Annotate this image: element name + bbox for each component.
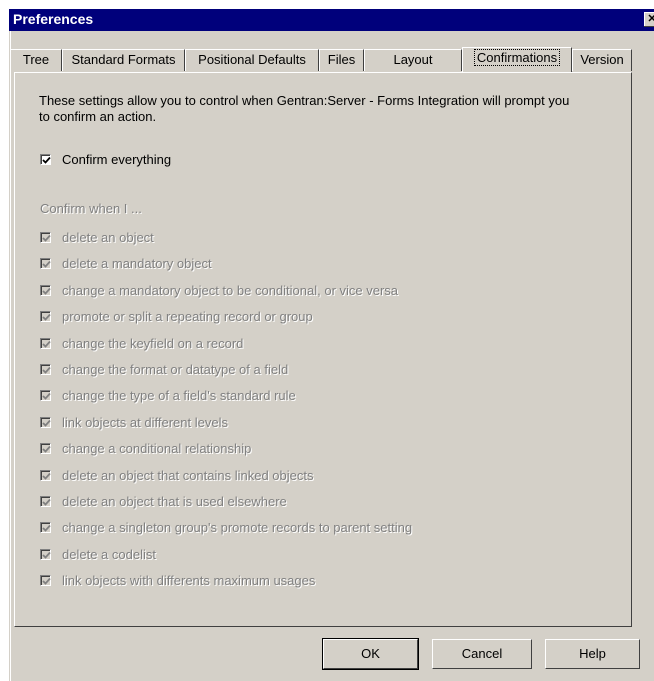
check-icon xyxy=(42,525,51,533)
confirm-option-label: delete a codelist xyxy=(62,546,156,562)
checkbox-box[interactable] xyxy=(40,416,51,428)
checkbox-box[interactable] xyxy=(40,284,51,296)
confirm-when-label: Confirm when I ... xyxy=(40,201,142,216)
tab-standard-formats[interactable]: Standard Formats xyxy=(62,49,185,71)
tab-label: Version xyxy=(580,52,624,67)
check-icon xyxy=(42,156,51,164)
confirm-option-label: delete a mandatory object xyxy=(62,256,212,272)
check-icon xyxy=(42,446,51,453)
tab-confirmations[interactable]: Confirmations xyxy=(462,47,572,72)
confirm-option-label: change a mandatory object to be conditio… xyxy=(62,282,399,298)
check-icon xyxy=(42,551,51,559)
confirm-option-label: delete an object that contains linked ob… xyxy=(62,467,314,483)
checkbox-box[interactable] xyxy=(40,311,51,323)
tab-label: Standard Formats xyxy=(71,52,176,67)
check-icon xyxy=(42,234,51,242)
window-title: Preferences xyxy=(13,11,94,27)
checkbox-box[interactable] xyxy=(40,548,51,560)
tab-positional-defaults[interactable]: Positional Defaults xyxy=(185,49,319,71)
checkbox-box[interactable] xyxy=(40,232,51,243)
confirm-option-label: link objects with differents maximum usa… xyxy=(62,573,316,589)
check-icon xyxy=(42,578,51,585)
checkbox-box[interactable] xyxy=(40,154,51,165)
tab-files[interactable]: Files xyxy=(319,49,364,71)
checkbox-box[interactable] xyxy=(40,337,51,349)
checkbox-box[interactable] xyxy=(40,575,51,587)
check-icon xyxy=(42,366,51,374)
check-icon xyxy=(42,287,51,295)
confirm-option-label: promote or split a repeating record or g… xyxy=(62,309,313,325)
confirm-option-label: change a singleton group's promote recor… xyxy=(62,520,413,536)
checkbox-box[interactable] xyxy=(40,443,51,455)
tab-label: Positional Defaults xyxy=(198,52,306,67)
confirm-option-label: change a conditional relationship xyxy=(62,441,252,457)
tab-layout[interactable]: Layout xyxy=(364,49,462,71)
tab-label: Tree xyxy=(22,52,50,67)
tab-label: Files xyxy=(327,52,356,67)
confirm-option-label: delete an object that is used elsewhere xyxy=(62,494,287,509)
check-icon xyxy=(42,498,51,506)
check-icon xyxy=(42,261,51,269)
tab-strip: Tree Standard Formats Positional Default… xyxy=(10,36,650,72)
tab-version[interactable]: Version xyxy=(572,49,632,71)
confirm-option-label: link objects at different levels xyxy=(62,414,228,430)
tab-label: Confirmations xyxy=(473,49,561,66)
confirm-everything-label: Confirm everything xyxy=(62,152,172,167)
checkbox-box[interactable] xyxy=(40,390,51,402)
tab-tree[interactable]: Tree xyxy=(10,49,62,71)
confirmations-panel: These settings allow you to control when… xyxy=(14,72,632,627)
check-icon xyxy=(42,472,51,480)
check-icon xyxy=(42,340,51,348)
confirm-option-label: change the format or datatype of a field xyxy=(62,362,289,377)
confirm-option-label: change the type of a field's standard ru… xyxy=(62,388,296,404)
check-icon xyxy=(42,419,51,427)
tab-label: Layout xyxy=(393,52,433,67)
help-button[interactable]: Help xyxy=(545,639,640,669)
checkbox-box[interactable] xyxy=(40,496,51,507)
cancel-button[interactable]: Cancel xyxy=(432,639,532,669)
ok-button[interactable]: OK xyxy=(323,639,418,669)
confirm-option-label: delete an object xyxy=(62,230,154,245)
checkbox-box[interactable] xyxy=(40,258,51,270)
confirm-option-label: change the keyfield on a record xyxy=(62,335,244,351)
check-icon xyxy=(42,393,51,401)
checkbox-box[interactable] xyxy=(40,469,51,481)
description-text: These settings allow you to control when… xyxy=(39,93,570,124)
close-icon[interactable]: ✕ xyxy=(644,12,654,27)
checkbox-box[interactable] xyxy=(40,364,51,375)
checkbox-box[interactable] xyxy=(40,522,51,534)
check-icon xyxy=(42,314,51,321)
title-bar[interactable]: Preferences ✕ xyxy=(9,9,654,31)
